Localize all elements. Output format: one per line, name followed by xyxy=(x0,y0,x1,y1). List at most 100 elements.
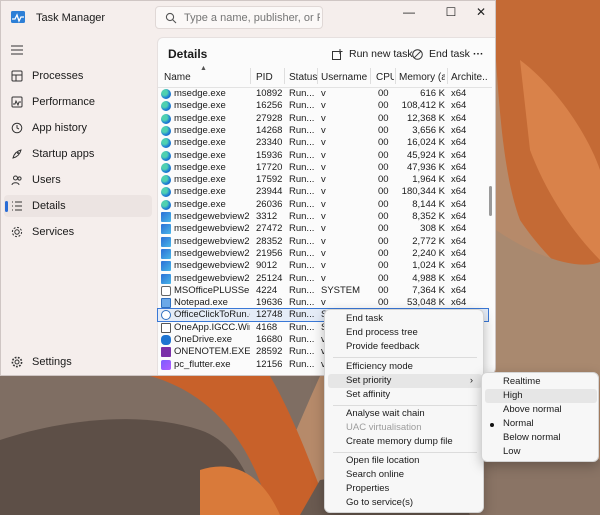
table-row[interactable]: msedgewebview2.exe 28352 Run... v 00 2,772 K x… xyxy=(158,236,488,248)
column-divider[interactable] xyxy=(317,68,318,84)
column-divider[interactable] xyxy=(370,68,371,84)
cell-name: msedge.exe xyxy=(174,174,226,186)
close-button[interactable]: ✕ xyxy=(464,1,495,23)
search-input[interactable] xyxy=(184,10,320,26)
column-header-architecture[interactable]: Archite... xyxy=(451,72,487,85)
cell-cpu: 00 xyxy=(378,235,389,247)
cell-status: Run... xyxy=(289,309,315,321)
table-row[interactable]: msedge.exe 15936 Run... v 00 45,924 K x64 xyxy=(158,150,488,162)
process-onedrive-icon xyxy=(161,335,171,345)
table-row[interactable]: msedgewebview2.exe 9012 Run... v 00 1,024 K x6… xyxy=(158,260,488,272)
cell-pid: 23340 xyxy=(256,137,283,149)
cell-name: msedge.exe xyxy=(174,124,226,136)
table-row[interactable]: msedgewebview2.exe 3312 Run... v 00 8,352 K x6… xyxy=(158,211,488,223)
table-row[interactable]: msedge.exe 27928 Run... v 00 12,368 K x64 xyxy=(158,113,488,125)
column-header-memory[interactable]: Memory (a... xyxy=(399,72,445,85)
sidebar-item-details[interactable]: Details xyxy=(4,195,152,217)
cell-mem: 47,936 K xyxy=(406,161,445,173)
column-divider[interactable] xyxy=(395,68,396,84)
cell-user: v xyxy=(321,161,326,173)
table-row[interactable]: msedgewebview2.exe 21956 Run... v 00 2,240 K x… xyxy=(158,248,488,260)
sidebar-item-processes[interactable]: Processes xyxy=(4,65,152,87)
cell-status: Run... xyxy=(289,174,315,186)
menu-item-provide-feedback[interactable]: Provide feedback xyxy=(346,340,419,354)
cell-cpu: 00 xyxy=(378,100,389,112)
cell-status: Run... xyxy=(289,235,315,247)
column-header-cpu[interactable]: CPU xyxy=(376,72,394,85)
cell-user: v xyxy=(321,149,326,161)
task-manager-app-icon xyxy=(11,11,25,23)
priority-realtime[interactable]: Realtime xyxy=(503,375,541,389)
cell-user: v xyxy=(321,198,326,210)
sidebar-item-performance[interactable]: Performance xyxy=(4,91,152,113)
menu-item-go-to-services[interactable]: Go to service(s) xyxy=(346,496,413,510)
priority-low[interactable]: Low xyxy=(503,445,520,459)
sidebar-item-settings[interactable]: Settings xyxy=(4,351,152,373)
radio-checked-icon xyxy=(490,423,494,427)
end-task-button[interactable]: End task xyxy=(412,43,470,65)
cell-status: Run... xyxy=(289,124,315,136)
run-new-task-button[interactable]: Run new task xyxy=(332,43,413,65)
column-header-username[interactable]: Username xyxy=(321,72,371,85)
cell-pid: 28592 xyxy=(256,346,283,358)
cell-status: Run... xyxy=(289,247,315,259)
process-igcc-icon xyxy=(161,322,171,333)
priority-high[interactable]: High xyxy=(485,389,597,403)
sidebar-item-users[interactable]: Users xyxy=(4,169,152,191)
menu-item-efficiency-mode[interactable]: Efficiency mode xyxy=(346,360,413,374)
table-row[interactable]: msedgewebview2.exe 25124 Run... v 00 4,988 K x… xyxy=(158,273,488,285)
menu-item-search-online[interactable]: Search online xyxy=(346,468,404,482)
cell-pid: 26036 xyxy=(256,198,283,210)
table-row[interactable]: msedge.exe 23944 Run... v 00 180,344 K x64 xyxy=(158,186,488,198)
priority-above-normal[interactable]: Above normal xyxy=(503,403,562,417)
table-row[interactable]: msedge.exe 16256 Run... v 00 108,412 K x64 xyxy=(158,100,488,112)
menu-item-properties[interactable]: Properties xyxy=(346,482,389,496)
hamburger-menu-icon[interactable] xyxy=(11,45,23,55)
column-divider[interactable] xyxy=(284,68,285,84)
sidebar-item-label: Users xyxy=(32,174,61,186)
menu-item-create-memory-dump[interactable]: Create memory dump file xyxy=(346,435,453,449)
column-divider[interactable] xyxy=(447,68,448,84)
column-header-name[interactable]: Name xyxy=(164,72,252,85)
table-row[interactable]: msedge.exe 17720 Run... v 00 47,936 K x64 xyxy=(158,162,488,174)
cell-pid: 16256 xyxy=(256,100,283,112)
sort-ascending-icon: ▲ xyxy=(200,65,207,72)
services-icon xyxy=(11,226,23,238)
menu-item-set-priority[interactable]: Set priority › xyxy=(328,374,482,388)
table-row[interactable]: Notepad.exe 19636 Run... v 00 53,048 K x64 xyxy=(158,297,488,309)
minimize-button[interactable]: — xyxy=(392,1,426,23)
scrollbar-thumb[interactable] xyxy=(489,186,492,216)
table-row[interactable]: msedge.exe 23340 Run... v 00 16,024 K x64 xyxy=(158,137,488,149)
cell-mem: 7,364 K xyxy=(412,284,445,296)
menu-item-set-affinity[interactable]: Set affinity xyxy=(346,388,390,402)
table-header: ▲ Name PID Status Username CPU Memory (a… xyxy=(158,65,492,88)
column-header-pid[interactable]: PID xyxy=(256,72,286,85)
menu-item-end-process-tree[interactable]: End process tree xyxy=(346,326,418,340)
menu-item-end-task[interactable]: End task xyxy=(346,312,383,326)
cell-status: Run... xyxy=(289,284,315,296)
table-row[interactable]: msedge.exe 17592 Run... v 00 1,964 K x64 xyxy=(158,174,488,186)
sidebar-item-services[interactable]: Services xyxy=(4,221,152,243)
process-webview-icon xyxy=(161,236,171,247)
column-divider[interactable] xyxy=(250,68,251,84)
menu-item-analyse-wait-chain[interactable]: Analyse wait chain xyxy=(346,407,425,421)
users-icon xyxy=(11,175,22,186)
cell-name: msedge.exe xyxy=(174,137,226,149)
sidebar-item-app-history[interactable]: App history xyxy=(4,117,152,139)
priority-below-normal[interactable]: Below normal xyxy=(503,431,561,445)
cell-cpu: 00 xyxy=(378,272,389,284)
table-row[interactable]: msedgewebview2.exe 27472 Run... v 00 308 K x64 xyxy=(158,223,488,235)
table-row[interactable]: msedge.exe 10892 Run... v 00 616 K x64 xyxy=(158,88,488,100)
column-header-status[interactable]: Status xyxy=(289,72,319,85)
maximize-button[interactable]: ☐ xyxy=(434,1,468,23)
table-row[interactable]: msedge.exe 26036 Run... v 00 8,144 K x64 xyxy=(158,199,488,211)
table-row[interactable]: MSOfficePLUSServic... 4224 Run... SYSTEM 00 7… xyxy=(158,285,488,297)
search-box[interactable] xyxy=(155,6,323,29)
cell-pid: 17720 xyxy=(256,161,283,173)
details-icon xyxy=(12,201,22,211)
menu-item-open-file-location[interactable]: Open file location xyxy=(346,454,419,468)
priority-normal[interactable]: Normal xyxy=(503,417,534,431)
table-row[interactable]: msedge.exe 14268 Run... v 00 3,656 K x64 xyxy=(158,125,488,137)
sidebar-item-startup-apps[interactable]: Startup apps xyxy=(4,143,152,165)
more-options-button[interactable]: ··· xyxy=(473,43,484,65)
